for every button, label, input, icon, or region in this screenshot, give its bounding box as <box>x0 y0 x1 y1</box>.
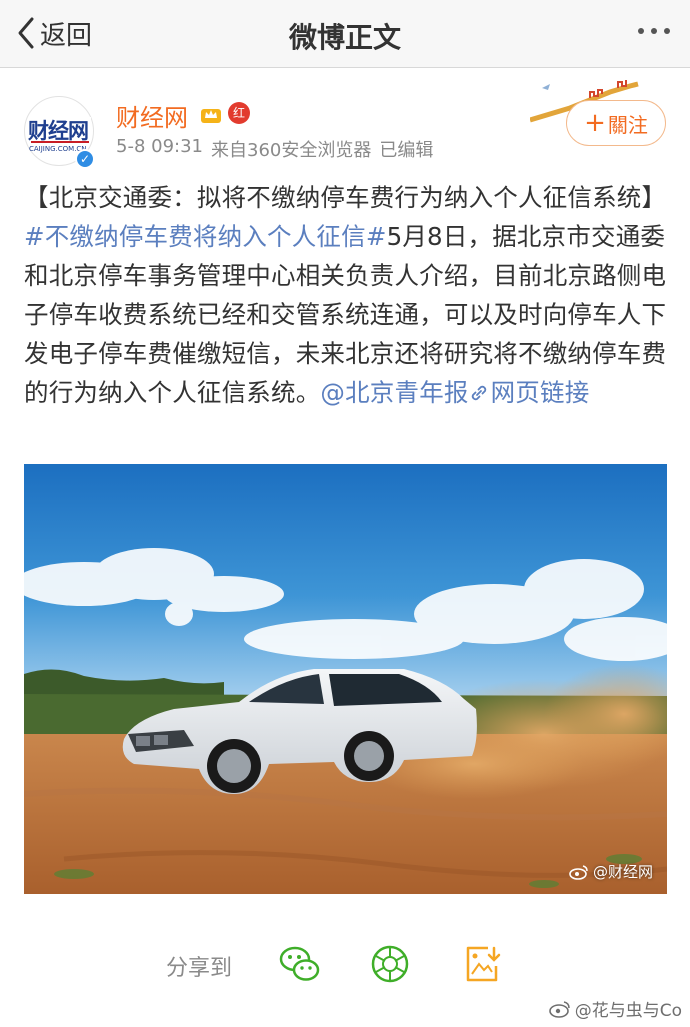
screenshot-watermark-text: @花与虫与Co <box>574 1001 682 1021</box>
share-label: 分享到 <box>166 956 233 981</box>
web-link[interactable]: 网页链接 <box>469 378 590 407</box>
more-options-button[interactable] <box>638 28 670 34</box>
verified-icon: ✓ <box>75 149 95 169</box>
post-text: 【北京交通委：拟将不缴纳停车费行为纳入个人征信系统】 #不缴纳停车费将纳入个人征信… <box>24 178 668 412</box>
link-icon <box>471 385 486 401</box>
avatar-logo-bar <box>31 141 89 143</box>
weibo-logo-icon <box>569 864 588 880</box>
post-intro: 【北京交通委：拟将不缴纳停车费行为纳入个人征信系统】 <box>24 183 667 212</box>
web-link-label: 网页链接 <box>490 378 590 407</box>
page-title: 微博正文 <box>288 21 401 54</box>
edited-label: 已编辑 <box>379 140 434 161</box>
dot-icon <box>664 28 670 34</box>
crown-icon <box>201 109 221 123</box>
follow-button[interactable]: + 關注 <box>566 100 666 146</box>
weibo-logo-icon <box>548 1000 570 1018</box>
follow-label: 關注 <box>607 112 648 137</box>
red-badge: 红 <box>228 102 250 124</box>
post-image[interactable]: @财经网 <box>24 464 667 894</box>
car-photo <box>24 464 667 894</box>
image-watermark-text: @财经网 <box>592 863 653 881</box>
moments-icon[interactable] <box>368 942 412 986</box>
wechat-icon[interactable] <box>278 942 322 986</box>
dot-icon <box>638 28 644 34</box>
author-name[interactable]: 财经网 <box>116 98 188 133</box>
nav-bar: 返回 微博正文 <box>0 0 690 68</box>
mention-link[interactable]: @北京青年报 <box>320 378 468 407</box>
plus-icon: + <box>584 108 606 138</box>
save-image-icon[interactable] <box>460 942 504 986</box>
share-bar: 分享到 <box>0 938 690 994</box>
image-watermark: @财经网 <box>569 861 653 882</box>
post-meta: 5-8 09:31 来自360安全浏览器 已编辑 <box>116 136 433 162</box>
hashtag-link[interactable]: #不缴纳停车费将纳入个人征信# <box>24 222 387 251</box>
dot-icon <box>651 28 657 34</box>
avatar[interactable]: 财经网 CAIJING.COM.CN ✓ <box>24 96 95 169</box>
post-source: 来自360安全浏览器 <box>211 140 372 161</box>
post-time: 5-8 09:31 <box>116 136 203 157</box>
screenshot-watermark: @花与虫与Co <box>548 996 682 1021</box>
